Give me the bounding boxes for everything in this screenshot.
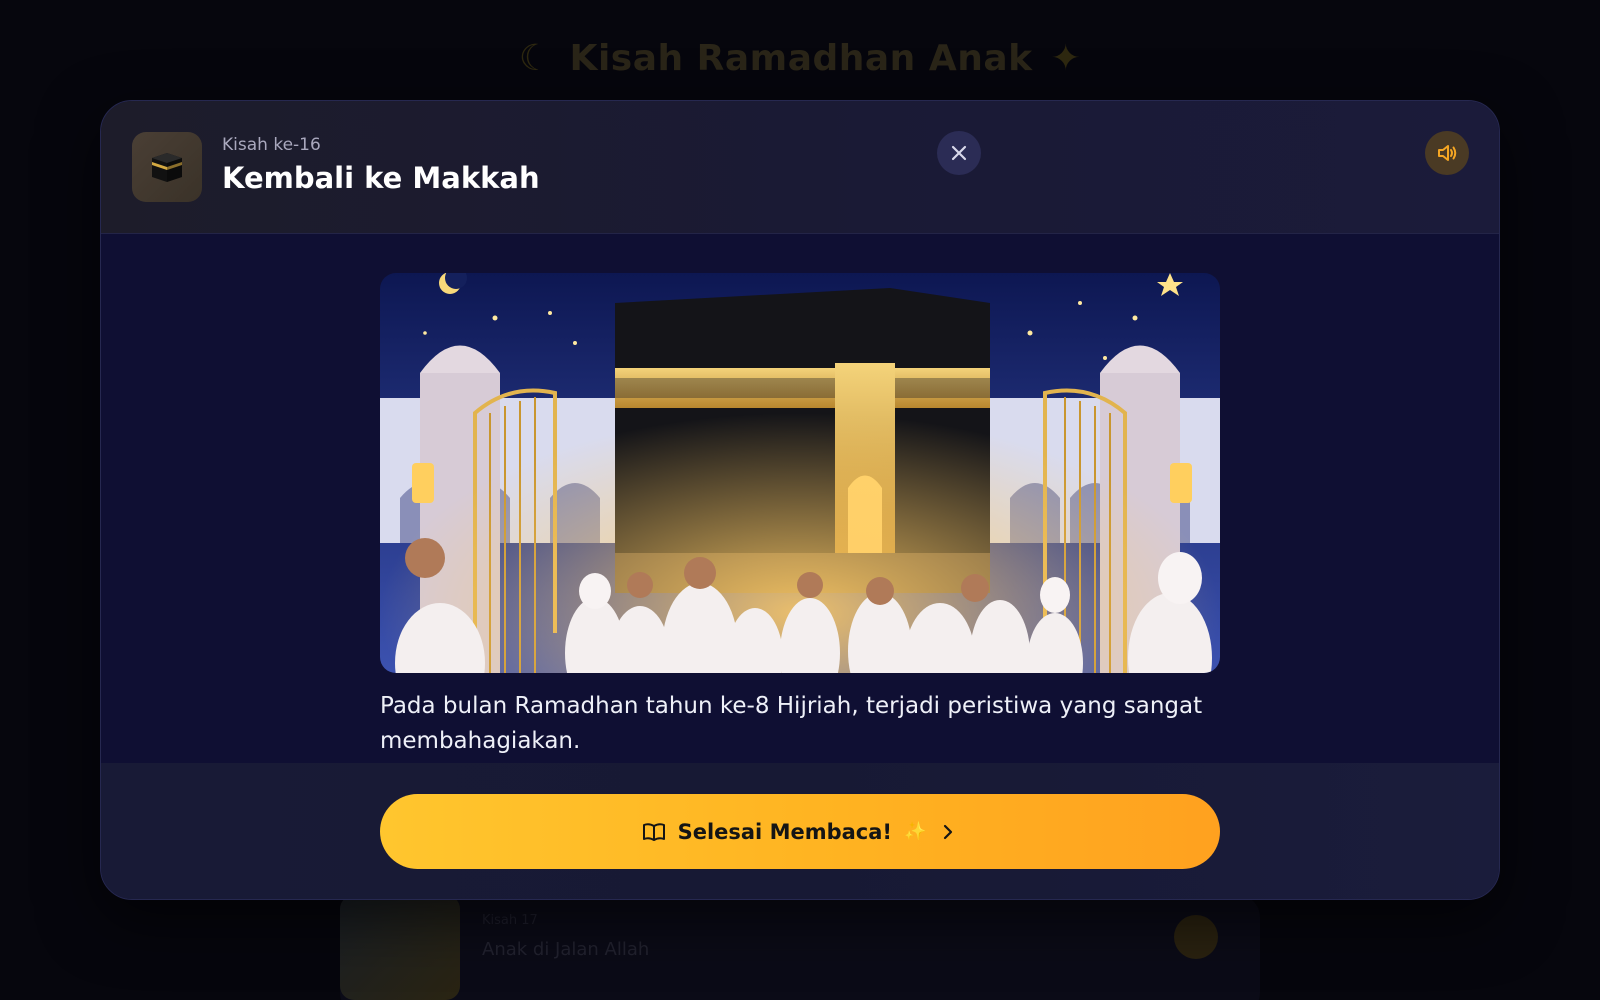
story-text: Pada bulan Ramadhan tahun ke-8 Hijriah, … (380, 693, 1203, 754)
story-card-thumbnail (340, 895, 460, 1000)
sound-button[interactable] (1425, 131, 1469, 175)
modal-footer: Selesai Membaca! ✨ (101, 763, 1499, 899)
story-card-episode: Kisah 17 (482, 913, 538, 928)
moon-icon: ☾ (518, 38, 552, 79)
chevron-right-icon (944, 824, 953, 839)
story-title: Kembali ke Makkah (222, 161, 540, 195)
background-app-title: ☾ Kisah Ramadhan Anak ✦ (0, 38, 1600, 79)
close-button[interactable] (937, 131, 981, 175)
book-open-icon (642, 822, 665, 841)
speaker-icon (1438, 145, 1457, 161)
finish-reading-button[interactable]: Selesai Membaca! ✨ (380, 794, 1220, 869)
kaaba-icon (132, 132, 202, 202)
finish-button-label: Selesai Membaca! (677, 819, 892, 844)
app-title: Kisah Ramadhan Anak (569, 38, 1033, 79)
sparkle-icon: ✨ (904, 821, 927, 842)
story-illustration (380, 273, 1220, 673)
modal-header: Kisah ke-16 Kembali ke Makkah (101, 101, 1499, 234)
episode-label: Kisah ke-16 (222, 135, 321, 155)
story-modal: Kisah ke-16 Kembali ke Makkah Pada bulan… (100, 100, 1500, 900)
story-card-title: Anak di Jalan Allah (482, 939, 650, 960)
story-card-badge (1174, 915, 1218, 959)
close-icon (951, 145, 967, 161)
star-icon: ✦ (1050, 38, 1082, 79)
background-story-card: Kisah 17 Anak di Jalan Allah (340, 895, 1260, 1000)
